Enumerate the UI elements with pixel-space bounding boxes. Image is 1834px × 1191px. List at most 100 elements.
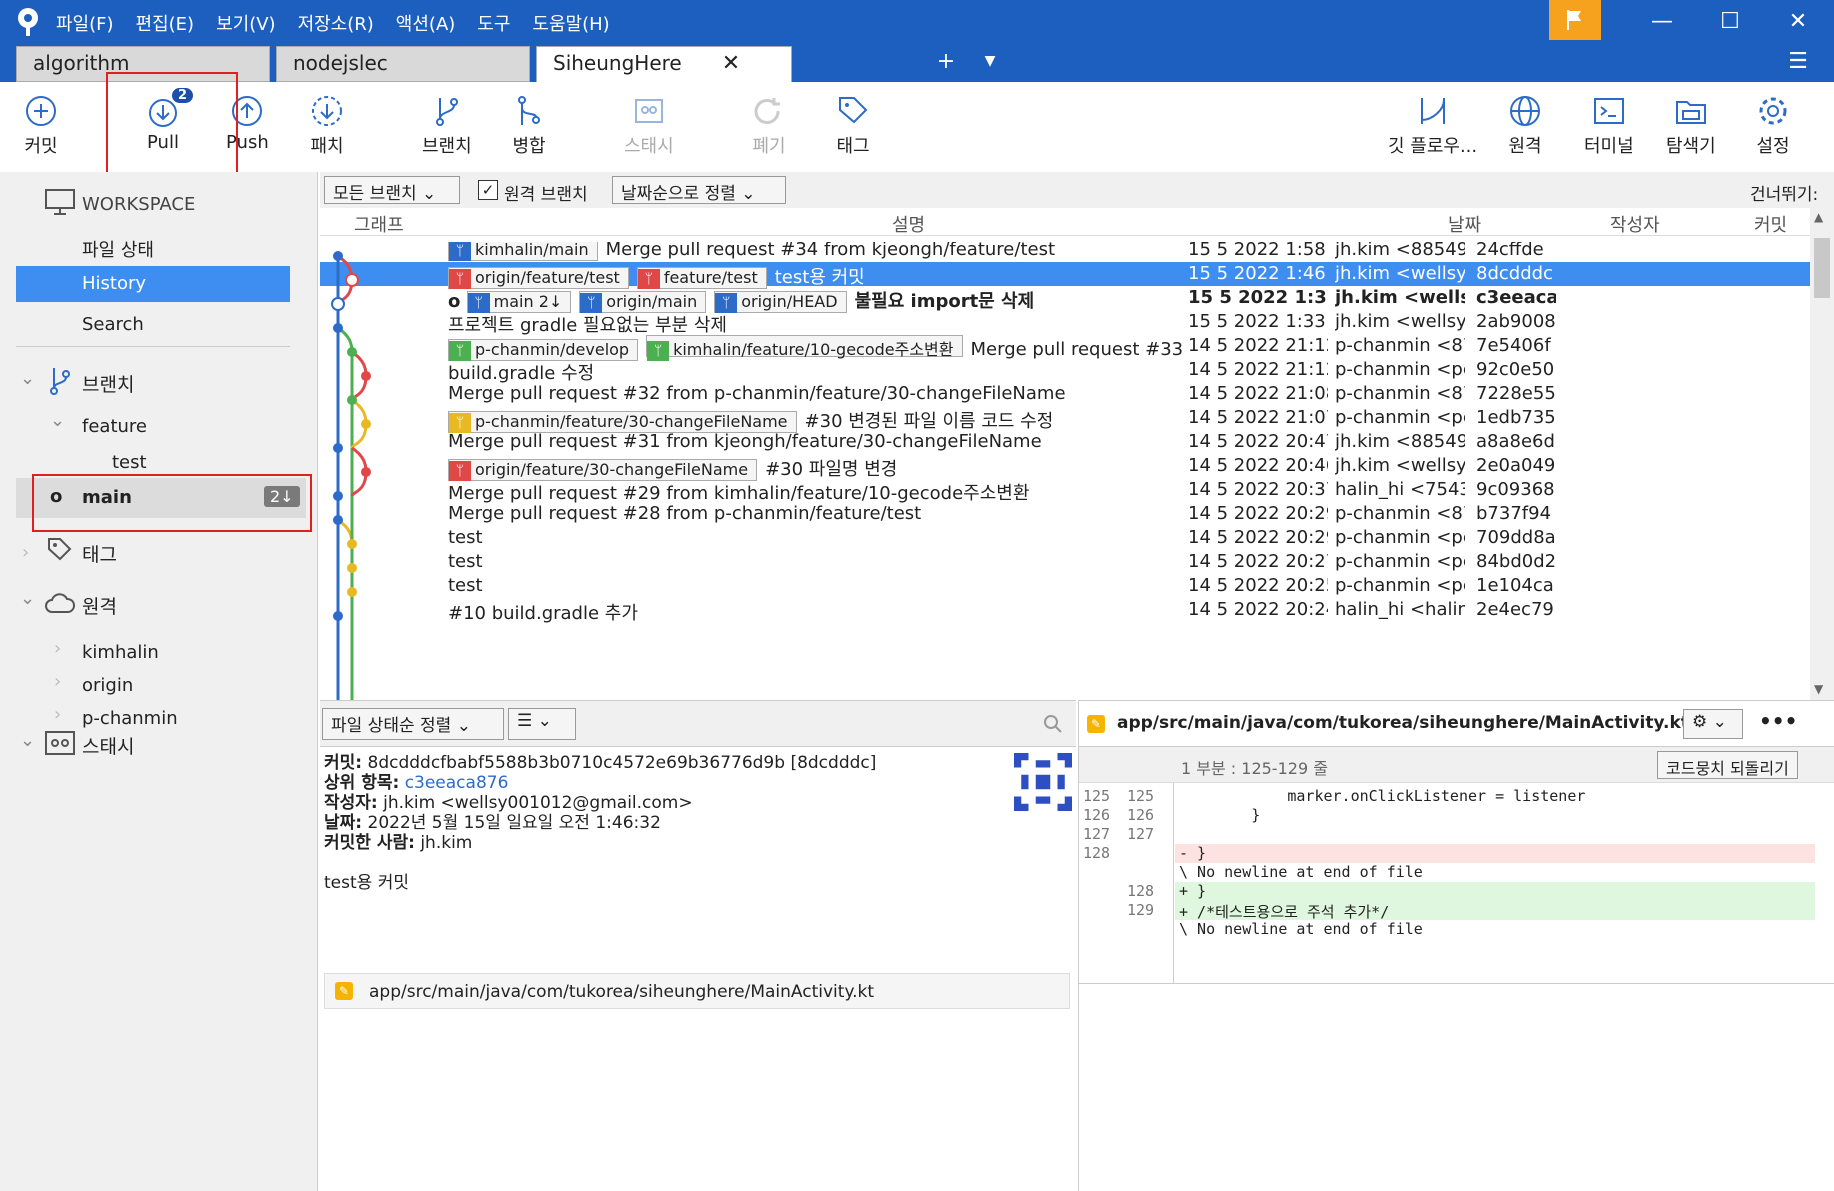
commit-row[interactable]: Merge pull request #32 from p-chanmin/fe… — [320, 382, 1810, 406]
branch-filter-dropdown[interactable]: 모든 브랜치 ⌄ — [324, 176, 460, 204]
branches-header[interactable]: 브랜치 — [82, 370, 134, 397]
stash-chevron-icon[interactable]: ⌄ — [20, 730, 35, 751]
menu-item[interactable]: 도움말(H) — [532, 10, 609, 36]
remote-item[interactable]: kimhalin — [82, 642, 159, 663]
branch-label-tag[interactable]: ᛘ kimhalin/feature/10-gecode주소변환 — [646, 335, 963, 361]
col-commit[interactable]: 커밋 — [1754, 211, 1787, 237]
commit-row[interactable]: ᛘ kimhalin/main Merge pull request #34 fro… — [320, 242, 1810, 262]
menu-item[interactable]: 파일(F) — [56, 10, 114, 36]
commit-button[interactable]: 커밋 — [24, 94, 58, 158]
sidebar-item-history[interactable]: History — [16, 266, 290, 302]
commit-node[interactable] — [347, 563, 357, 573]
commit-row[interactable]: o ᛘ main 2↓ ᛘ origin/main ᛘ origin/HEAD 불필요 im… — [320, 286, 1810, 313]
col-date[interactable]: 날짜 — [1448, 211, 1481, 237]
menu-item[interactable]: 편집(E) — [136, 10, 195, 36]
scroll-down-icon[interactable]: ▼ — [1814, 682, 1823, 696]
commit-row[interactable]: ᛘ origin/feature/30-changeFileName #30 파일명… — [320, 454, 1810, 481]
push-button[interactable]: Push — [226, 94, 269, 153]
branch-button[interactable]: 브랜치 — [422, 94, 472, 158]
commit-node[interactable] — [361, 371, 371, 381]
remotes-chevron-icon[interactable]: ⌄ — [20, 588, 35, 609]
col-graph[interactable]: 그래프 — [354, 211, 404, 237]
tab-dropdown-button[interactable]: ▼ — [968, 46, 1012, 76]
remote-item[interactable]: p-chanmin — [82, 708, 178, 729]
stash-header[interactable]: 스태시 — [82, 732, 134, 759]
new-tab-button[interactable]: + — [924, 46, 968, 76]
branch-feature-test[interactable]: test — [112, 452, 147, 473]
commit-node[interactable] — [361, 467, 371, 477]
remote-chevron-icon[interactable]: › — [54, 671, 61, 692]
branch-folder-feature[interactable]: feature — [82, 416, 147, 437]
commit-row[interactable]: Merge pull request #29 from kimhalin/fea… — [320, 478, 1810, 504]
commit-row[interactable]: Merge pull request #28 from p-chanmin/fe… — [320, 502, 1810, 526]
sidebar-item-file-status[interactable]: 파일 상태 — [82, 236, 154, 262]
file-list-item[interactable]: ✎ app/src/main/java/com/tukorea/siheungh… — [324, 973, 1070, 1009]
feature-chevron-icon[interactable]: ⌄ — [50, 410, 65, 431]
more-options-icon[interactable]: ••• — [1759, 709, 1797, 733]
file-sort-dropdown[interactable]: 파일 상태순 정렬 ⌄ — [322, 708, 504, 740]
col-description[interactable]: 설명 — [892, 211, 925, 237]
fetch-button[interactable]: 패치 — [310, 94, 344, 158]
sort-dropdown[interactable]: 날짜순으로 정렬 ⌄ — [612, 176, 786, 204]
diff-options-dropdown[interactable]: ⚙ ⌄ — [1683, 709, 1743, 739]
close-window-button[interactable]: ✕ — [1776, 6, 1820, 36]
menu-item[interactable]: 도구 — [477, 10, 510, 36]
commit-row[interactable]: ᛘ p-chanmin/develop ᛘ kimhalin/feature/10-g… — [320, 334, 1810, 361]
search-icon[interactable] — [1042, 713, 1064, 735]
settings-button[interactable]: 설정 — [1756, 94, 1790, 158]
branches-chevron-icon[interactable]: ⌄ — [20, 368, 35, 389]
repo-tab[interactable]: SiheungHere ✕ — [536, 46, 792, 82]
git-flow-button[interactable]: 깃 플로우... — [1388, 94, 1477, 158]
commit-row[interactable]: Merge pull request #31 from kjeongh/feat… — [320, 430, 1810, 454]
discard-button[interactable]: 폐기 — [752, 94, 786, 158]
remote-button[interactable]: 원격 — [1508, 94, 1542, 158]
pull-button[interactable]: 2 Pull — [146, 88, 194, 153]
maximize-button[interactable]: ☐ — [1708, 6, 1752, 36]
commit-node[interactable] — [333, 323, 343, 333]
commit-node[interactable] — [333, 611, 343, 621]
commit-node[interactable] — [347, 395, 357, 405]
tags-chevron-icon[interactable]: › — [22, 542, 29, 563]
merge-button[interactable]: 병합 — [512, 94, 546, 158]
commit-node[interactable] — [347, 587, 357, 597]
remotes-header[interactable]: 원격 — [82, 592, 117, 619]
commit-row[interactable]: ᛘ p-chanmin/feature/30-changeFileName #30 … — [320, 406, 1810, 433]
remote-branches-checkbox[interactable]: ✓ — [478, 180, 498, 200]
stash-button[interactable]: 스태시 — [624, 94, 674, 158]
close-tab-icon[interactable]: ✕ — [722, 51, 740, 76]
explorer-button[interactable]: 탐색기 — [1666, 94, 1716, 158]
commit-list-scrollbar[interactable]: ▲ ▼ — [1810, 208, 1834, 700]
tag-button[interactable]: 태그 — [836, 94, 870, 158]
commit-row[interactable]: test 14 5 2022 20:29 p-chanmin <pc_m 709dd8… — [320, 526, 1810, 550]
col-author[interactable]: 작성자 — [1610, 211, 1660, 237]
tags-header[interactable]: 태그 — [82, 540, 117, 567]
repo-tab[interactable]: algorithm — [16, 46, 270, 82]
commit-row[interactable]: #10 build.gradle 추가 14 5 2022 20:24 halin_… — [320, 598, 1810, 624]
minimize-button[interactable]: — — [1640, 6, 1684, 36]
commit-row[interactable]: test 14 5 2022 20:27 p-chanmin <pc_m 84bd0d… — [320, 550, 1810, 574]
branch-label-tag[interactable]: ᛘ kimhalin/main — [448, 242, 598, 261]
remote-chevron-icon[interactable]: › — [54, 704, 61, 725]
terminal-button[interactable]: 터미널 — [1584, 94, 1634, 158]
commit-node[interactable] — [333, 515, 343, 525]
scroll-up-icon[interactable]: ▲ — [1814, 210, 1823, 224]
notification-flag-button[interactable] — [1549, 0, 1601, 40]
commit-node[interactable] — [333, 491, 343, 501]
commit-node[interactable] — [361, 419, 371, 429]
commit-row[interactable]: 프로젝트 gradle 필요없는 부분 삭제 15 5 2022 1:33 jh.k… — [320, 310, 1810, 336]
commit-node[interactable] — [333, 443, 343, 453]
view-mode-dropdown[interactable]: ☰ ⌄ — [508, 708, 576, 740]
parent-link[interactable]: c3eeaca876 — [405, 773, 509, 793]
commit-node[interactable] — [347, 539, 357, 549]
hamburger-menu-button[interactable]: ☰ — [1776, 46, 1820, 76]
commit-node[interactable] — [345, 273, 359, 287]
menu-item[interactable]: 저장소(R) — [298, 10, 374, 36]
menu-item[interactable]: 보기(V) — [216, 10, 275, 36]
head-commit-node[interactable] — [331, 297, 345, 311]
commit-row[interactable]: ᛘ origin/feature/test ᛘ feature/test test용 커… — [320, 262, 1810, 289]
remote-item[interactable]: origin — [82, 675, 133, 696]
menu-item[interactable]: 액션(A) — [396, 10, 455, 36]
commit-node[interactable] — [347, 347, 357, 357]
repo-tab[interactable]: nodejslec — [276, 46, 530, 82]
scroll-thumb[interactable] — [1814, 238, 1830, 298]
